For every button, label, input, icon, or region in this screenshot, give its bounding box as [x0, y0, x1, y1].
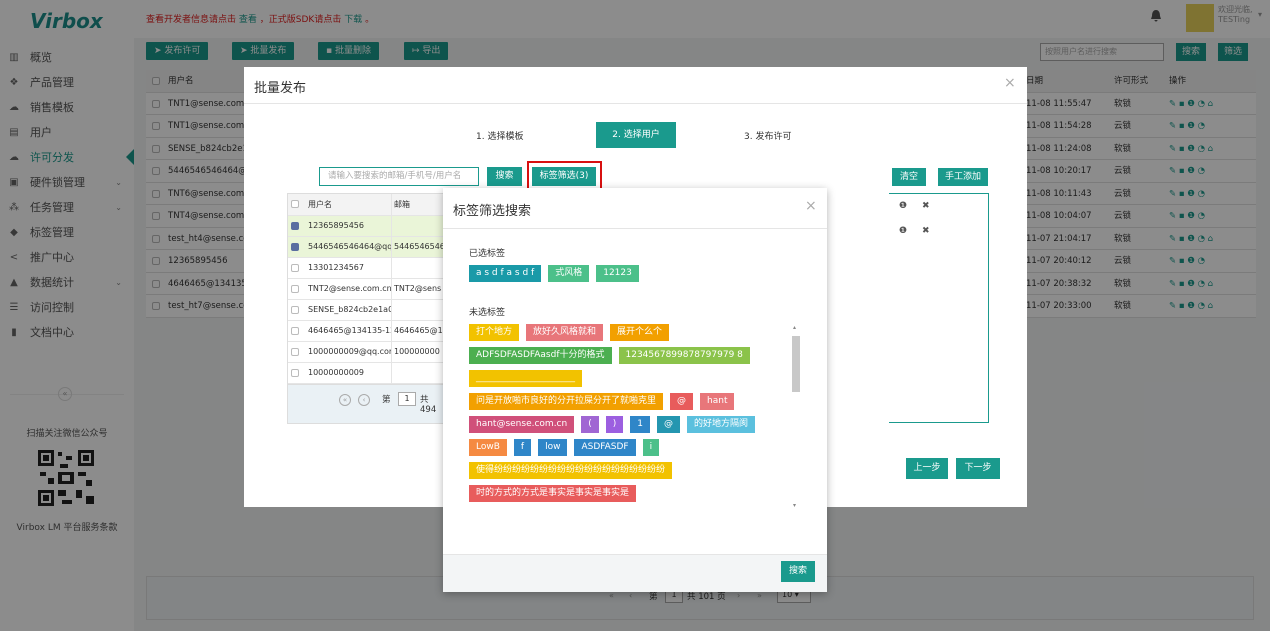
column-username: 用户名 — [308, 194, 392, 215]
tag-chip[interactable]: ) — [605, 416, 624, 433]
tag-chip[interactable]: 放好久风格就和 — [526, 324, 604, 341]
row-checkbox[interactable] — [291, 306, 299, 314]
row-email: 4646465@1 — [394, 326, 443, 335]
tag-chip[interactable]: ( — [581, 416, 599, 433]
manual-add-button[interactable]: 手工添加 — [938, 168, 988, 186]
step-publish-license[interactable]: 3. 发布许可 — [744, 129, 791, 142]
user-search-button[interactable]: 搜索 — [487, 167, 522, 186]
tag-chip[interactable]: @ — [656, 416, 680, 433]
row-checkbox[interactable] — [291, 285, 299, 293]
table-row[interactable]: 12365895456 — [288, 216, 446, 237]
table-row[interactable]: TNT2@sense.com.cn TNT2@sens — [288, 279, 446, 300]
tag-chip[interactable]: 使得纷纷纷纷纷纷纷纷纷纷纷纷纷纷纷纷纷纷纷 — [469, 462, 673, 479]
tag-chip[interactable]: ______________________ — [469, 370, 582, 387]
tag-chip[interactable]: low — [538, 439, 568, 456]
select-all-checkbox[interactable] — [291, 200, 299, 208]
user-search-input[interactable]: 请输入要搜索的邮箱/手机号/用户名 — [319, 167, 479, 186]
modal-title: 批量发布 — [254, 81, 307, 96]
modal-footer — [443, 554, 827, 592]
scroll-up-icon[interactable]: ▴ — [793, 324, 796, 331]
tag-chip[interactable]: 1234567899878797979 8 — [618, 347, 750, 364]
tag-chip[interactable]: 的好地方隔阂 — [686, 416, 755, 433]
table-header: 用户名 邮箱 — [288, 194, 446, 216]
table-row[interactable]: SENSE_b824cb2e1a0 — [288, 300, 446, 321]
tag-chip[interactable]: ADFSDFASDFAasdf十分的格式 — [469, 347, 612, 364]
row-username: 1000000009@qq.cor — [308, 342, 392, 362]
tag-chip[interactable]: 问是开放啪市良好的分开拉屎分开了就啪克里 — [469, 393, 664, 410]
row-email: TNT2@sens — [394, 284, 442, 293]
table-row[interactable]: 13301234567 — [288, 258, 446, 279]
row-email: 100000000 — [394, 347, 440, 356]
info-icon[interactable]: ❶ — [899, 201, 907, 211]
page-prefix: 第 — [382, 395, 391, 405]
step-select-template[interactable]: 1. 选择模板 — [476, 129, 523, 142]
tag-chip[interactable]: 展开个么个 — [610, 324, 670, 341]
row-username: SENSE_b824cb2e1a0 — [308, 300, 392, 320]
prev-step-button[interactable]: 上一步 — [906, 458, 948, 479]
row-username: TNT2@sense.com.cn — [308, 279, 392, 299]
scrollbar-thumb[interactable] — [792, 336, 800, 392]
next-step-button[interactable]: 下一步 — [956, 458, 1000, 479]
first-page-button[interactable]: « — [339, 394, 351, 406]
tag-chip[interactable]: 打个地方 — [469, 324, 520, 341]
tag-filter-modal: 标签筛选搜索 × 已选标签 a s d f a s d f 式风格 12123 未选… — [443, 188, 827, 592]
clear-button[interactable]: 清空 — [892, 168, 926, 186]
column-email: 邮箱 — [394, 200, 410, 209]
row-checkbox[interactable] — [291, 369, 299, 377]
table-body: 12365895456 5446546546464@qq.c 5446546546 1… — [288, 216, 446, 384]
tag-chip[interactable]: @ — [670, 393, 694, 410]
tag-chip[interactable]: hant — [700, 393, 735, 410]
table-row[interactable]: 10000000009 — [288, 363, 446, 384]
scroll-down-icon[interactable]: ▾ — [793, 502, 796, 509]
tag-chip[interactable]: ASDFASDF — [574, 439, 636, 456]
tag-chip[interactable]: hant@sense.com.cn — [469, 416, 575, 433]
close-icon[interactable]: × — [1004, 75, 1016, 91]
user-pager: « ‹ 第 1 共 494 — [287, 384, 447, 424]
divider — [443, 228, 827, 229]
row-email: 5446546546 — [394, 242, 445, 251]
tag-chip[interactable]: a s d f a s d f — [469, 265, 542, 282]
close-icon[interactable]: × — [805, 198, 817, 214]
table-row[interactable]: 5446546546464@qq.c 5446546546 — [288, 237, 446, 258]
tag-chip[interactable]: 1 — [630, 416, 650, 433]
tag-search-button[interactable]: 搜索 — [781, 561, 815, 582]
row-username: 12365895456 — [308, 216, 392, 236]
tag-chip[interactable]: i — [642, 439, 660, 456]
row-username: 10000000009 — [308, 363, 392, 383]
page-input[interactable]: 1 — [398, 392, 416, 406]
step-select-users[interactable]: 2. 选择用户 — [596, 122, 676, 148]
prev-page-button[interactable]: ‹ — [358, 394, 370, 406]
row-username: 5446546546464@qq.c — [308, 237, 392, 257]
tag-chip[interactable]: 时的方式的方式是事实是事实是事实是 — [469, 485, 637, 502]
row-username: 4646465@134135-121 — [308, 321, 392, 341]
row-checkbox[interactable] — [291, 348, 299, 356]
row-checkbox[interactable] — [291, 327, 299, 335]
table-row[interactable]: 4646465@134135-121 4646465@1 — [288, 321, 446, 342]
unselected-tags-label: 未选标签 — [469, 308, 506, 318]
selected-tags-label: 已选标签 — [469, 249, 506, 259]
modal-title: 标签筛选搜索 — [453, 204, 532, 219]
row-checkbox[interactable] — [291, 264, 299, 272]
user-table: 用户名 邮箱 12365895456 5446546546464@qq.c 5446… — [287, 193, 447, 385]
tag-chip[interactable]: f — [513, 439, 532, 456]
close-icon[interactable]: ✖ — [922, 201, 930, 211]
tag-chip[interactable]: 12123 — [596, 265, 639, 282]
row-username: 13301234567 — [308, 258, 392, 278]
table-row[interactable]: 1000000009@qq.cor 100000000 — [288, 342, 446, 363]
row-checkbox[interactable] — [291, 222, 299, 230]
tag-chip[interactable]: LowB — [469, 439, 507, 456]
tag-chip[interactable]: 式风格 — [548, 265, 590, 282]
info-icon[interactable]: ❶ — [899, 226, 907, 236]
divider — [244, 103, 1027, 104]
row-checkbox[interactable] — [291, 243, 299, 251]
close-icon[interactable]: ✖ — [922, 226, 930, 236]
